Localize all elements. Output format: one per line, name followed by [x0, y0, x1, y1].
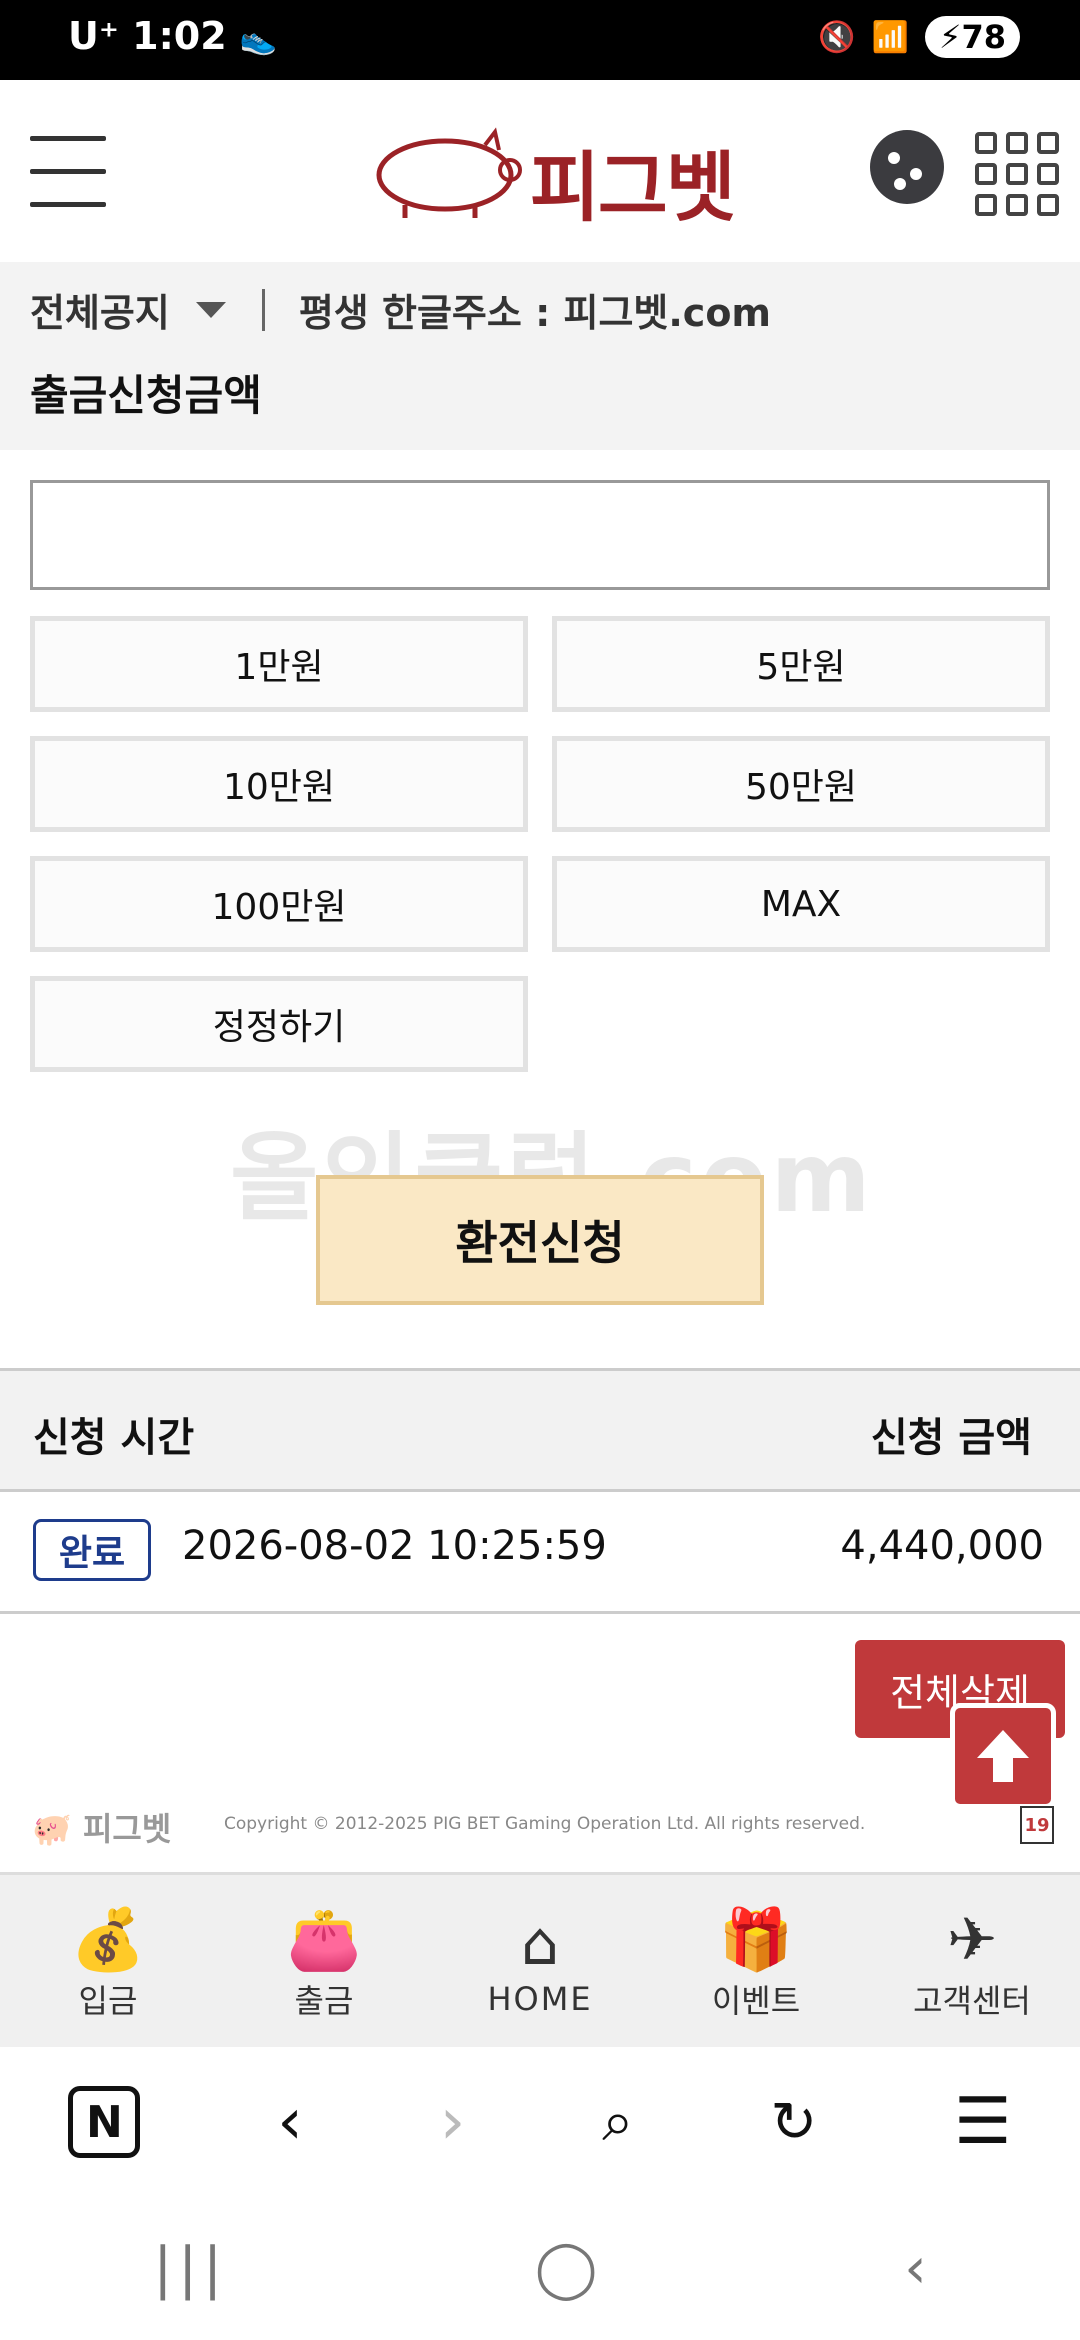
hamburger-menu-icon[interactable]: [30, 136, 106, 207]
mute-icon: 🔇: [818, 19, 856, 55]
battery-level: 78: [961, 18, 1006, 56]
nav-label: 입금: [78, 1981, 138, 2020]
gift-icon: 🎁: [718, 1904, 794, 1975]
money-bag-icon: 💰: [70, 1904, 146, 1975]
carrier-label: U⁺: [68, 14, 119, 58]
notice-row: 전체공지 평생 한글주소 : 피그벳.com: [30, 282, 771, 337]
quick-amount-button[interactable]: 10만원: [30, 736, 528, 832]
status-icons: 🔇 📶 ⚡78: [818, 16, 1020, 58]
wallet-icon: 👛: [286, 1904, 362, 1975]
col-amount-header: 신청 금액: [870, 1415, 1032, 1461]
refresh-icon[interactable]: ↻: [770, 2090, 817, 2155]
nav-label: 출금: [294, 1981, 354, 2020]
quick-amount-button[interactable]: 100만원: [30, 856, 528, 952]
cookie-icon[interactable]: [870, 130, 944, 204]
footer-logo-text: 피그벳: [82, 1810, 172, 1848]
quick-amount-button[interactable]: 1만원: [30, 616, 528, 712]
nav-event[interactable]: 🎁 이벤트: [648, 1875, 864, 2050]
amount-input[interactable]: [30, 480, 1050, 590]
system-nav-bar: ||| ◯ ‹: [0, 2197, 1080, 2340]
nav-label: HOME: [487, 1979, 593, 2018]
history-table: 신청 시간 신청 금액 완료 2026-08-02 10:25:59 4,440…: [0, 1368, 1080, 1614]
browser-toolbar: N ‹ › ⌕ ↻ ☰: [0, 2047, 1080, 2197]
clock: 1:02: [132, 14, 227, 58]
forward-arrow-icon[interactable]: ›: [440, 2085, 466, 2159]
pig-logo-icon: [376, 127, 522, 218]
col-time-header: 신청 시간: [33, 1415, 195, 1461]
shoe-notification-icon: 👟: [239, 22, 278, 57]
system-back-icon[interactable]: ‹: [904, 2236, 926, 2301]
recent-apps-icon[interactable]: |||: [153, 2236, 228, 2301]
back-arrow-icon[interactable]: ‹: [277, 2085, 303, 2159]
nav-withdraw[interactable]: 👛 출금: [216, 1875, 432, 2050]
naver-n-icon[interactable]: N: [68, 2086, 141, 2158]
home-circle-icon[interactable]: ◯: [535, 2236, 598, 2301]
section-title: 출금신청금액: [30, 371, 262, 420]
row-time: 2026-08-02 10:25:59: [182, 1523, 607, 1569]
grid-menu-icon[interactable]: [975, 132, 1059, 216]
quick-amount-button[interactable]: 50만원: [552, 736, 1050, 832]
notice-strip: 전체공지 평생 한글주소 : 피그벳.com 출금신청금액: [0, 262, 1080, 450]
notice-text: 평생 한글주소 : 피그벳.com: [298, 291, 772, 335]
nav-support[interactable]: ✈ 고객센터: [864, 1875, 1080, 2050]
site-header: 피그벳: [0, 80, 1080, 260]
site-logo[interactable]: 피그벳: [530, 126, 736, 236]
nav-deposit[interactable]: 💰 입금: [0, 1875, 216, 2050]
battery-badge: ⚡78: [925, 16, 1020, 58]
copyright-text: Copyright © 2012-2025 PIG BET Gaming Ope…: [224, 1814, 866, 1834]
menu-icon[interactable]: ☰: [954, 2085, 1011, 2159]
wifi-icon: 📶: [871, 19, 909, 55]
row-amount: 4,440,000: [840, 1523, 1044, 1569]
max-amount-button[interactable]: MAX: [552, 856, 1050, 952]
arrow-up-icon: [977, 1730, 1029, 1782]
divider: [261, 288, 265, 331]
paper-plane-icon: ✈: [946, 1904, 998, 1975]
withdraw-submit-button[interactable]: 환전신청: [316, 1175, 764, 1305]
bottom-nav: 💰 입금 👛 출금 ⌂ HOME 🎁 이벤트 ✈ 고객센터: [0, 1872, 1080, 2050]
search-icon[interactable]: ⌕: [602, 2089, 633, 2155]
status-bar: U⁺ 1:02 👟 🔇 📶 ⚡78: [0, 0, 1080, 80]
quick-amount-button[interactable]: 5만원: [552, 616, 1050, 712]
nav-label: 이벤트: [711, 1981, 801, 2020]
reset-button[interactable]: 정정하기: [30, 976, 528, 1072]
house-icon: ⌂: [520, 1908, 560, 1979]
footer-logo: 🐖 피그벳: [32, 1810, 172, 1848]
nav-home[interactable]: ⌂ HOME: [432, 1875, 648, 2050]
status-badge: 완료: [33, 1519, 151, 1581]
nav-label: 고객센터: [913, 1981, 1031, 2020]
caret-down-icon[interactable]: [195, 301, 226, 318]
age-restriction-badge: 19: [1020, 1806, 1054, 1844]
table-header: 신청 시간 신청 금액: [0, 1371, 1080, 1492]
notice-dropdown[interactable]: 전체공지: [30, 282, 170, 337]
status-time: U⁺ 1:02 👟: [68, 14, 277, 58]
scroll-top-button[interactable]: [950, 1703, 1056, 1809]
